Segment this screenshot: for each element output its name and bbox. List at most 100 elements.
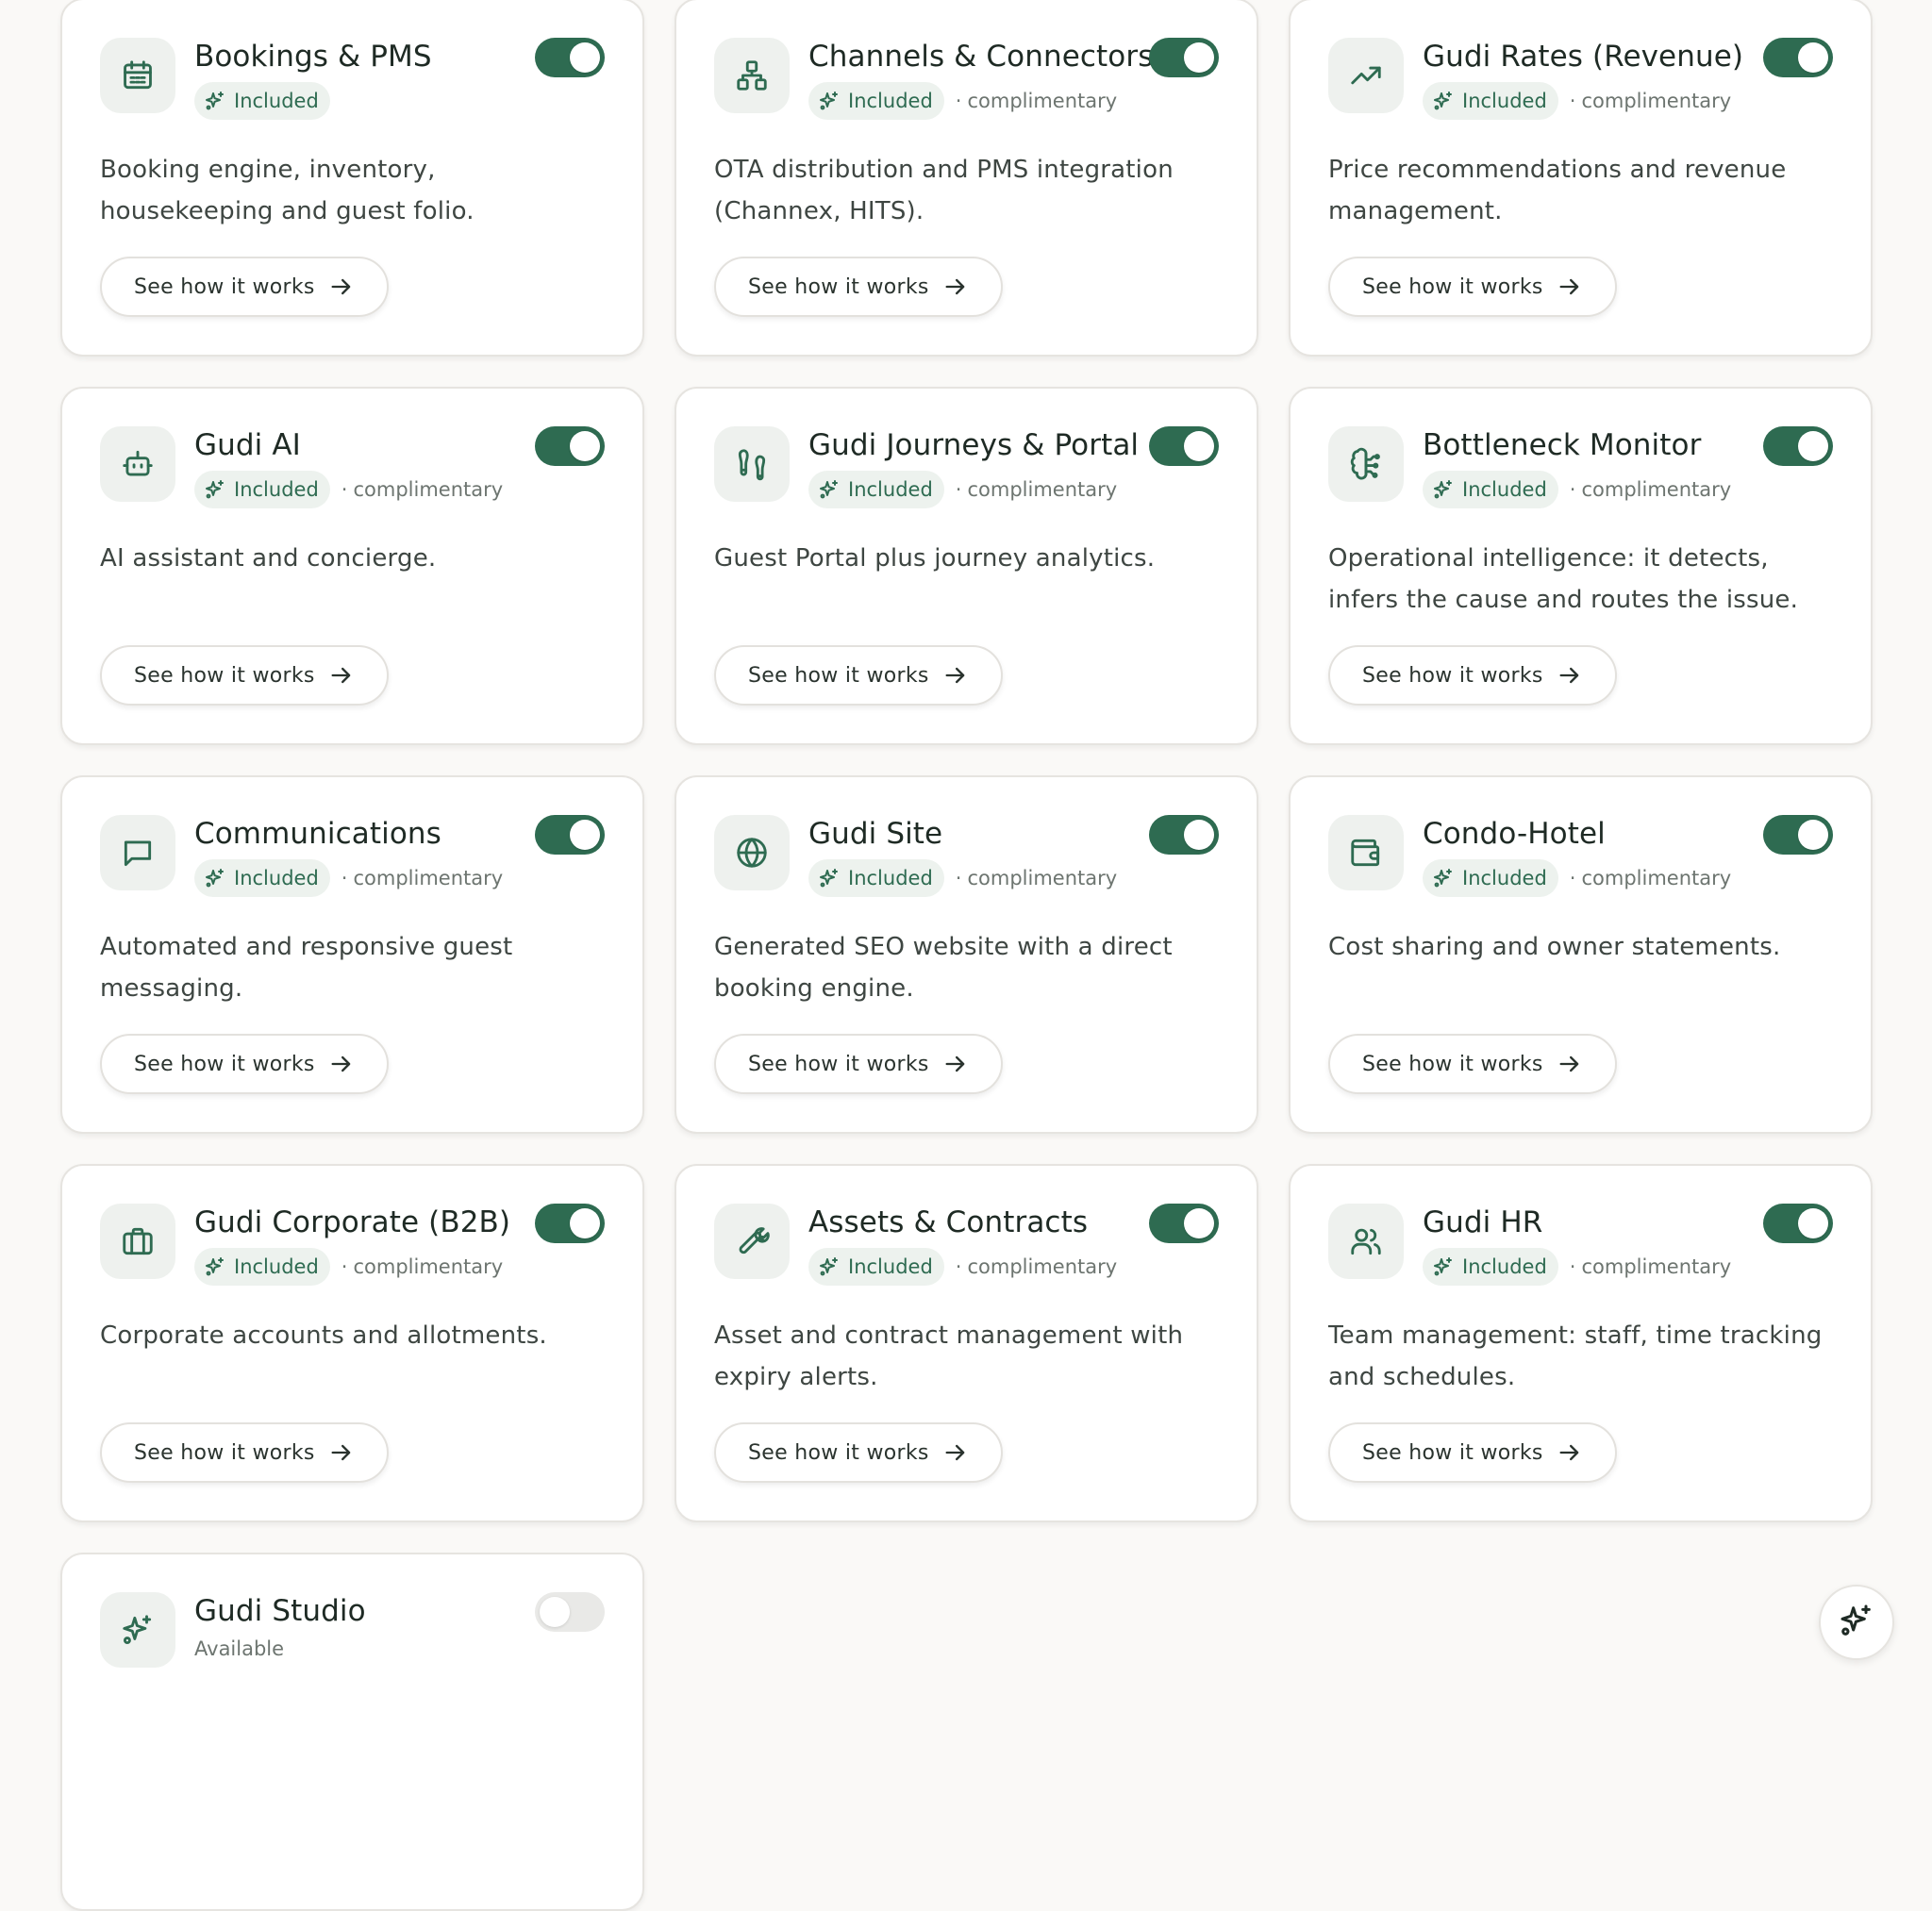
module-card: Gudi AI Included · complimentary AI assis… <box>60 387 644 745</box>
module-description: Generated SEO website with a direct book… <box>714 933 1173 1003</box>
module-toggle[interactable] <box>535 38 605 77</box>
brain-icon <box>1328 426 1404 502</box>
module-toggle[interactable] <box>1149 426 1219 466</box>
sparkles-icon <box>1432 90 1462 112</box>
included-label: Included <box>234 90 319 112</box>
see-how-it-works-button[interactable]: See how it works <box>714 1034 1003 1094</box>
module-description: AI assistant and concierge. <box>100 544 437 573</box>
included-label: Included <box>1462 1255 1547 1278</box>
module-toggle[interactable] <box>535 1204 605 1243</box>
cta-label: See how it works <box>748 1052 929 1076</box>
module-card: Gudi HR Included · complimentary Team man… <box>1289 1164 1873 1522</box>
arrow-right-icon <box>929 274 969 300</box>
module-toggle[interactable] <box>1763 38 1833 77</box>
module-toggle[interactable] <box>1149 1204 1219 1243</box>
sparkles-icon <box>1838 1602 1875 1643</box>
module-badges: Included · complimentary <box>194 470 605 509</box>
see-how-it-works-button[interactable]: See how it works <box>1328 1034 1617 1094</box>
included-label: Included <box>1462 478 1547 501</box>
included-badge: Included <box>1423 82 1558 120</box>
included-label: Included <box>848 867 933 889</box>
included-label: Included <box>848 1255 933 1278</box>
module-card: Gudi Rates (Revenue) Included · complimen… <box>1289 0 1873 357</box>
separator-dot: · <box>1569 1255 1576 1278</box>
see-how-it-works-button[interactable]: See how it works <box>100 257 389 317</box>
cta-label: See how it works <box>134 1052 315 1076</box>
module-toggle[interactable] <box>1149 815 1219 855</box>
see-how-it-works-button[interactable]: See how it works <box>100 1422 389 1483</box>
module-card: Assets & Contracts Included · complimenta… <box>675 1164 1258 1522</box>
assistant-fab-button[interactable] <box>1819 1585 1894 1660</box>
arrow-right-icon <box>929 662 969 689</box>
footprints-icon <box>714 426 790 502</box>
module-toggle[interactable] <box>535 426 605 466</box>
module-description: OTA distribution and PMS integration (Ch… <box>714 156 1174 225</box>
separator-dot: · <box>341 1255 348 1278</box>
complimentary-label: complimentary <box>967 1255 1118 1278</box>
see-how-it-works-button[interactable]: See how it works <box>100 1034 389 1094</box>
cta-label: See how it works <box>134 1440 315 1465</box>
module-description: Booking engine, inventory, housekeeping … <box>100 156 475 225</box>
complimentary-label: complimentary <box>353 478 504 501</box>
module-toggle[interactable] <box>1763 426 1833 466</box>
included-label: Included <box>848 478 933 501</box>
complimentary-label: complimentary <box>1581 478 1732 501</box>
see-how-it-works-button[interactable]: See how it works <box>1328 1422 1617 1483</box>
cta-label: See how it works <box>134 274 315 299</box>
separator-dot: · <box>955 867 962 889</box>
sparkles-icon <box>204 867 234 889</box>
toggle-knob <box>570 820 600 850</box>
sparkles-icon <box>1432 478 1462 501</box>
sparkles-icon <box>818 867 848 889</box>
complimentary-label: complimentary <box>353 867 504 889</box>
module-card: Gudi Studio Available <box>60 1553 644 1911</box>
included-label: Included <box>234 478 319 501</box>
arrow-right-icon <box>1543 1051 1583 1077</box>
module-description: Corporate accounts and allotments. <box>100 1321 547 1350</box>
module-description: Asset and contract management with expir… <box>714 1321 1184 1391</box>
module-toggle[interactable] <box>1763 1204 1833 1243</box>
arrow-right-icon <box>929 1051 969 1077</box>
included-label: Included <box>1462 867 1547 889</box>
arrow-right-icon <box>315 1439 355 1466</box>
module-description: Guest Portal plus journey analytics. <box>714 544 1156 573</box>
arrow-right-icon <box>1543 1439 1583 1466</box>
module-card: Bottleneck Monitor Included · complimenta… <box>1289 387 1873 745</box>
module-badges: Included · complimentary <box>194 1247 605 1287</box>
arrow-right-icon <box>315 662 355 689</box>
sparkles-icon <box>1432 867 1462 889</box>
module-card: Channels & Connectors Included · complime… <box>675 0 1258 357</box>
sparkles-icon <box>204 1255 234 1278</box>
cta-label: See how it works <box>748 274 929 299</box>
see-how-it-works-button[interactable]: See how it works <box>1328 257 1617 317</box>
module-description: Price recommendations and revenue manage… <box>1328 156 1787 225</box>
sparkles-icon <box>818 1255 848 1278</box>
included-badge: Included <box>194 82 330 120</box>
cta-label: See how it works <box>1362 1052 1543 1076</box>
sparkles-icon <box>204 90 234 112</box>
module-toggle[interactable] <box>535 1592 605 1632</box>
module-description: Automated and responsive guest messaging… <box>100 933 513 1003</box>
see-how-it-works-button[interactable]: See how it works <box>1328 645 1617 706</box>
module-toggle[interactable] <box>1149 38 1219 77</box>
toggle-knob <box>1184 820 1214 850</box>
see-how-it-works-button[interactable]: See how it works <box>714 257 1003 317</box>
see-how-it-works-button[interactable]: See how it works <box>714 645 1003 706</box>
users-icon <box>1328 1204 1404 1279</box>
included-badge: Included <box>194 859 330 897</box>
toggle-knob <box>570 42 600 73</box>
module-badges: Included · complimentary <box>194 858 605 898</box>
toggle-knob <box>1798 1208 1828 1238</box>
included-badge: Included <box>1423 859 1558 897</box>
separator-dot: · <box>955 90 962 112</box>
complimentary-label: complimentary <box>967 867 1118 889</box>
included-badge: Included <box>194 1248 330 1286</box>
module-toggle[interactable] <box>1763 815 1833 855</box>
trending-up-icon <box>1328 38 1404 113</box>
see-how-it-works-button[interactable]: See how it works <box>714 1422 1003 1483</box>
toggle-knob <box>1798 431 1828 461</box>
globe-icon <box>714 815 790 890</box>
toggle-knob <box>1798 820 1828 850</box>
see-how-it-works-button[interactable]: See how it works <box>100 645 389 706</box>
module-toggle[interactable] <box>535 815 605 855</box>
